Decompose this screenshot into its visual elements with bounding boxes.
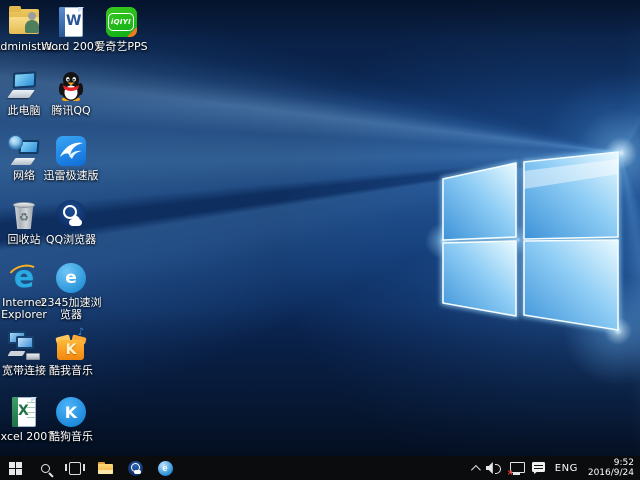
network-disconnected-x: × — [507, 469, 514, 477]
clock[interactable]: 9:52 2016/9/24 — [588, 458, 636, 478]
2345-browser-icon: e — [53, 261, 89, 295]
desktop-icon-label: 腾讯QQ — [40, 105, 102, 117]
2345-logo-letter: e — [65, 268, 77, 288]
system-tray: × ENG 9:52 2016/9/24 — [471, 456, 640, 480]
desktop-icon-label: QQ浏览器 — [40, 234, 102, 246]
desktop-icon-2345-browser[interactable]: e 2345加速浏览器 — [45, 261, 97, 321]
desktop-icon-xunlei[interactable]: 迅雷极速版 — [45, 134, 97, 182]
taskbar-left: e — [0, 456, 180, 480]
kuwo-music-icon: K ♪ — [53, 329, 89, 363]
user-folder-icon — [6, 5, 42, 39]
kugou-music-icon: K — [53, 395, 89, 429]
qq-penguin-icon — [53, 69, 89, 103]
desktop-icon-label: 2345加速浏览器 — [40, 297, 102, 321]
desktop-icon-qq-browser[interactable]: QQ浏览器 — [45, 198, 97, 246]
file-explorer-icon — [98, 462, 113, 474]
desktop-icon-label: 酷狗音乐 — [40, 431, 102, 443]
qq-browser-icon — [53, 198, 89, 232]
volume-icon[interactable] — [486, 462, 501, 474]
windows-start-icon — [9, 462, 22, 475]
search-icon — [41, 464, 50, 473]
search-button[interactable] — [30, 456, 60, 480]
network-status-icon[interactable]: × — [509, 462, 524, 475]
file-explorer-button[interactable] — [90, 456, 120, 480]
desktop-icon-kuwo-music[interactable]: K ♪ 酷我音乐 — [45, 329, 97, 377]
kuwo-logo-letter: K — [53, 342, 89, 358]
desktop-icon-tencent-qq[interactable]: 腾讯QQ — [45, 69, 97, 117]
2345-sphere-letter: e — [162, 463, 167, 473]
music-note-glyph: ♪ — [78, 327, 84, 338]
clock-date: 2016/9/24 — [588, 468, 634, 478]
start-button[interactable] — [0, 456, 30, 480]
iqiyi-icon: iQIYI — [103, 5, 139, 39]
task-view-icon — [69, 462, 81, 475]
ie-icon: e — [6, 261, 42, 295]
xunlei-bird-icon — [53, 134, 89, 168]
iqiyi-logo-text: iQIYI — [108, 13, 134, 31]
excel-document-icon: X — [6, 395, 42, 429]
hidden-icons-chevron-icon[interactable] — [471, 464, 481, 474]
2345-sphere-icon: e — [158, 461, 173, 476]
desktop-icon-label: 爱奇艺PPS — [90, 41, 152, 53]
action-center-icon[interactable] — [532, 462, 545, 474]
language-indicator[interactable]: ENG — [553, 463, 580, 474]
clock-time: 9:52 — [588, 458, 634, 468]
desktop-icon-label: 迅雷极速版 — [40, 170, 102, 182]
word-logo-letter: W — [66, 13, 81, 29]
word-document-icon: W — [53, 5, 89, 39]
desktop-icon-kugou-music[interactable]: K 酷狗音乐 — [45, 395, 97, 443]
qq-browser-icon — [128, 461, 143, 476]
windows-desktop: Administra... W Word 2007 iQIYI 爱奇艺PPS 此… — [0, 0, 640, 480]
recycle-bin-icon: ♻ — [6, 198, 42, 232]
2345-browser-taskbar-button[interactable]: e — [150, 456, 180, 480]
network-globe-icon — [6, 134, 42, 168]
desktop-icon-iqiyi-pps[interactable]: iQIYI 爱奇艺PPS — [95, 5, 147, 53]
recycle-symbol: ♻ — [6, 211, 42, 224]
excel-logo-letter: X — [18, 403, 29, 419]
broadband-icon — [6, 329, 42, 363]
qq-browser-taskbar-button[interactable] — [120, 456, 150, 480]
task-view-button[interactable] — [60, 456, 90, 480]
computer-icon — [6, 69, 42, 103]
desktop-icon-label: 酷我音乐 — [40, 365, 102, 377]
taskbar: e × ENG 9:52 2016/9/24 — [0, 456, 640, 480]
kugou-logo-letter: K — [65, 403, 77, 422]
